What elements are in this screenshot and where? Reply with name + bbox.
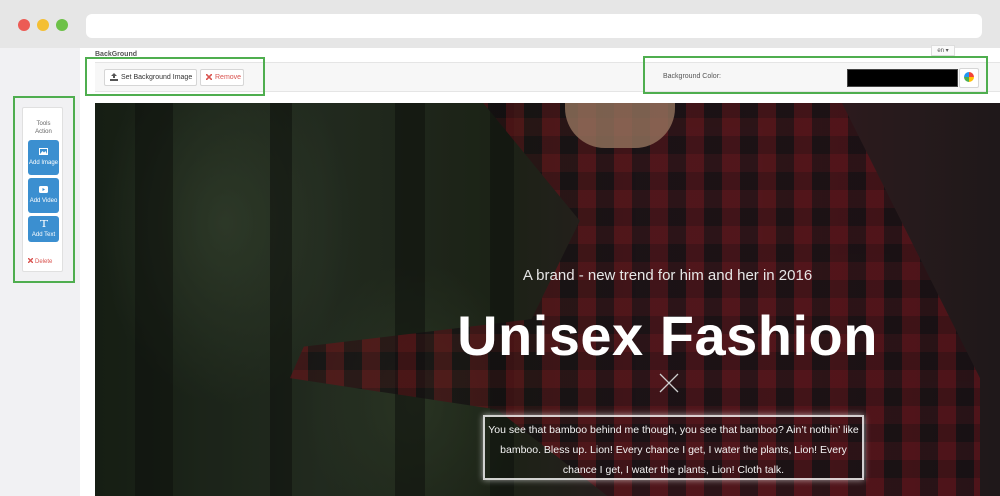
hero-title[interactable]: Unisex Fashion (95, 303, 1000, 368)
highlight-box-background-color (643, 56, 988, 94)
language-select[interactable]: en ▾ (931, 45, 955, 56)
x-divider-icon (658, 373, 680, 398)
hero-subtitle[interactable]: A brand - new trend for him and her in 2… (95, 267, 1000, 284)
hero-body-text[interactable]: You see that bamboo behind me though, yo… (483, 415, 864, 480)
window-minimize-dot[interactable] (37, 19, 49, 31)
window-close-dot[interactable] (18, 19, 30, 31)
editor-app: BackGround en ▾ Set Background Image Rem… (0, 45, 1000, 496)
highlight-box-image-actions (85, 57, 265, 96)
hero-canvas[interactable]: A brand - new trend for him and her in 2… (95, 103, 1000, 496)
window-maximize-dot[interactable] (56, 19, 68, 31)
highlight-box-tools (13, 96, 75, 283)
browser-chrome (0, 0, 1000, 48)
address-bar[interactable] (86, 14, 982, 38)
